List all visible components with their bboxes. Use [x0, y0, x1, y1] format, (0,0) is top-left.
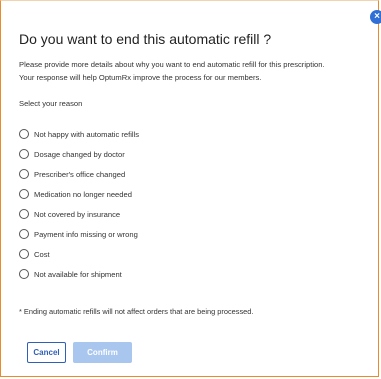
intro-line-1: Please provide more details about why yo…	[19, 60, 325, 69]
reason-option-label: Cost	[34, 249, 50, 259]
radio-unchecked-icon[interactable]	[19, 169, 29, 179]
reason-option-not-happy[interactable]: Not happy with automatic refills	[19, 124, 139, 144]
reason-option-payment-info[interactable]: Payment info missing or wrong	[19, 224, 139, 244]
reason-option-prescriber-changed[interactable]: Prescriber's office changed	[19, 164, 139, 184]
cancel-button[interactable]: Cancel	[27, 342, 66, 363]
reason-option-label: Medication no longer needed	[34, 189, 132, 199]
reason-option-label: Not happy with automatic refills	[34, 129, 140, 139]
radio-unchecked-icon[interactable]	[19, 229, 29, 239]
reason-option-label: Not available for shipment	[34, 269, 122, 279]
dialog-intro: Please provide more details about why yo…	[19, 58, 371, 84]
reason-option-dosage-changed[interactable]: Dosage changed by doctor	[19, 144, 139, 164]
reason-option-label: Payment info missing or wrong	[34, 229, 138, 239]
reason-option-not-available[interactable]: Not available for shipment	[19, 264, 139, 284]
intro-line-2: Your response will help OptumRx improve …	[19, 73, 262, 82]
radio-unchecked-icon[interactable]	[19, 249, 29, 259]
reason-radio-group: Not happy with automatic refills Dosage …	[19, 124, 139, 284]
close-icon[interactable]: ×	[370, 10, 381, 24]
dialog-title: Do you want to end this automatic refill…	[19, 31, 272, 47]
reason-option-cost[interactable]: Cost	[19, 244, 139, 264]
reason-option-label: Not covered by insurance	[34, 209, 121, 219]
reason-option-not-covered[interactable]: Not covered by insurance	[19, 204, 139, 224]
radio-unchecked-icon[interactable]	[19, 209, 29, 219]
radio-unchecked-icon[interactable]	[19, 189, 29, 199]
radio-unchecked-icon[interactable]	[19, 149, 29, 159]
reason-option-label: Dosage changed by doctor	[34, 149, 125, 159]
refill-footnote: * Ending automatic refills will not affe…	[19, 307, 254, 316]
end-refill-dialog: × Do you want to end this automatic refi…	[0, 0, 381, 377]
confirm-button[interactable]: Confirm	[73, 342, 132, 363]
select-reason-label: Select your reason	[19, 99, 83, 108]
reason-option-label: Prescriber's office changed	[34, 169, 126, 179]
radio-unchecked-icon[interactable]	[19, 129, 29, 139]
reason-option-no-longer-needed[interactable]: Medication no longer needed	[19, 184, 139, 204]
radio-unchecked-icon[interactable]	[19, 269, 29, 279]
